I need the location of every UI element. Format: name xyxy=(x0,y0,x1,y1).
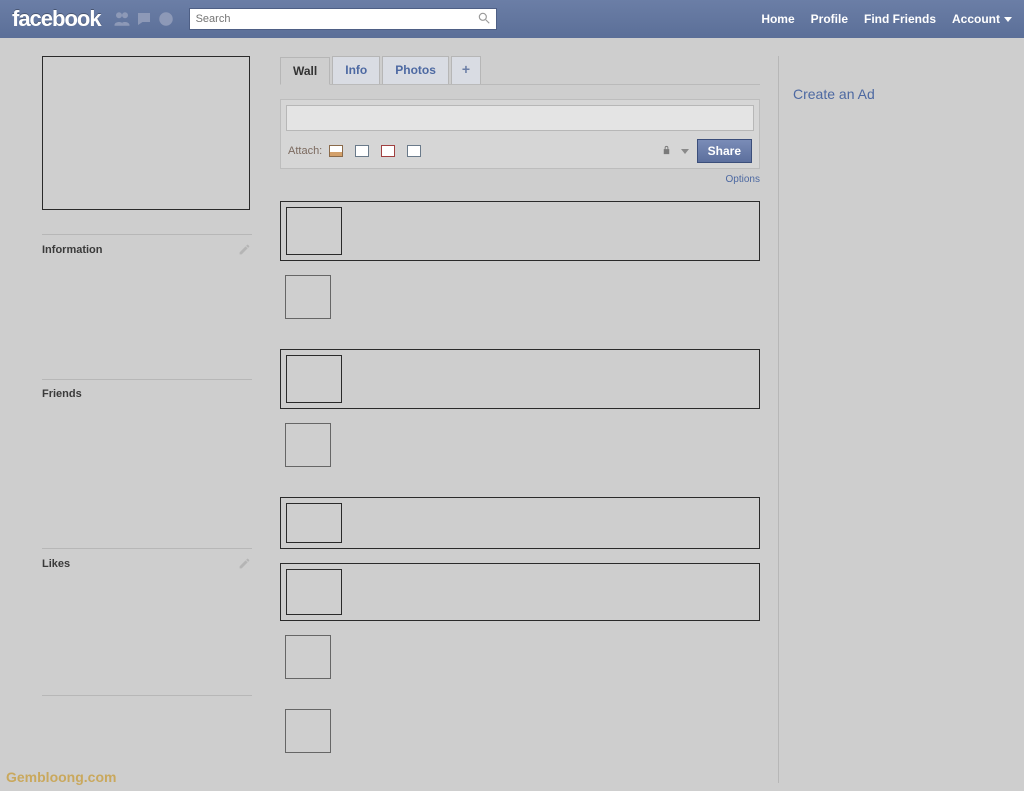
left-column: Information Friends Likes xyxy=(42,56,252,783)
status-composer: Attach: Share xyxy=(280,99,760,169)
wall-post[interactable] xyxy=(280,563,760,621)
tab-photos[interactable]: Photos xyxy=(382,56,449,84)
nav-right: Home Profile Find Friends Account xyxy=(761,12,1012,26)
friends-title: Friends xyxy=(42,388,82,400)
divider xyxy=(42,379,252,380)
friends-header: Friends xyxy=(42,386,252,402)
lock-icon[interactable] xyxy=(661,145,673,157)
search-input[interactable] xyxy=(189,8,497,30)
tab-info[interactable]: Info xyxy=(332,56,380,84)
post-avatar xyxy=(286,503,342,543)
wall-post[interactable] xyxy=(280,635,760,695)
divider xyxy=(42,234,252,235)
profile-picture[interactable] xyxy=(42,56,250,210)
attach-photo-icon[interactable] xyxy=(328,144,344,158)
post-avatar xyxy=(286,569,342,615)
divider xyxy=(42,548,252,549)
composer-toolbar: Attach: Share xyxy=(286,139,754,163)
information-header: Information xyxy=(42,241,252,259)
attach-video-icon[interactable] xyxy=(354,144,370,158)
friends-body xyxy=(42,402,252,524)
privacy-dropdown-icon[interactable] xyxy=(681,149,689,154)
wall-post[interactable] xyxy=(280,275,760,335)
right-column: Create an Ad xyxy=(778,56,978,783)
search-icon[interactable] xyxy=(477,11,492,26)
tab-add[interactable]: + xyxy=(451,56,481,84)
post-avatar xyxy=(286,207,342,255)
facebook-logo[interactable]: facebook xyxy=(12,6,101,32)
information-body xyxy=(42,259,252,355)
attach-link-icon[interactable] xyxy=(406,144,422,158)
divider xyxy=(42,695,252,696)
nav-account-label: Account xyxy=(952,12,1000,26)
nav-profile[interactable]: Profile xyxy=(811,12,848,26)
likes-body xyxy=(42,573,252,695)
wall-post[interactable] xyxy=(280,497,760,549)
attach-event-icon[interactable] xyxy=(380,144,396,158)
nav-home[interactable]: Home xyxy=(761,12,794,26)
nav-account[interactable]: Account xyxy=(952,12,1012,26)
attach-label: Attach: xyxy=(288,145,322,157)
options-row: Options xyxy=(280,173,760,185)
post-avatar xyxy=(285,275,331,319)
likes-section: Likes xyxy=(42,548,252,696)
post-avatar xyxy=(285,423,331,467)
pencil-icon[interactable] xyxy=(238,243,252,257)
tab-wall[interactable]: Wall xyxy=(280,57,330,85)
notification-icons xyxy=(113,10,175,28)
options-link[interactable]: Options xyxy=(726,174,760,185)
attach-icons xyxy=(328,144,422,158)
friend-requests-icon[interactable] xyxy=(113,10,131,28)
search-wrap xyxy=(189,8,497,30)
likes-header: Likes xyxy=(42,555,252,573)
wall-post[interactable] xyxy=(280,349,760,409)
post-avatar xyxy=(286,355,342,403)
center-column: Wall Info Photos + Attach: xyxy=(280,56,760,783)
wall-post[interactable] xyxy=(280,423,760,483)
notifications-icon[interactable] xyxy=(157,10,175,28)
nav-find-friends[interactable]: Find Friends xyxy=(864,12,936,26)
information-title: Information xyxy=(42,244,103,256)
profile-tabs: Wall Info Photos + xyxy=(280,56,760,85)
messages-icon[interactable] xyxy=(135,10,153,28)
share-button[interactable]: Share xyxy=(697,139,752,163)
information-section: Information xyxy=(42,234,252,355)
wall-post[interactable] xyxy=(280,201,760,261)
post-avatar xyxy=(285,709,331,753)
page: Information Friends Likes xyxy=(0,38,1024,783)
status-input[interactable] xyxy=(286,105,754,131)
composer-right: Share xyxy=(661,139,752,163)
wall-post[interactable] xyxy=(280,709,760,769)
friends-section: Friends xyxy=(42,379,252,524)
chevron-down-icon xyxy=(1004,17,1012,22)
topbar: facebook Home Profile Find Friends Accou… xyxy=(0,0,1024,38)
create-ad-link[interactable]: Create an Ad xyxy=(793,86,978,102)
watermark: Gembloong.com xyxy=(6,769,116,785)
pencil-icon[interactable] xyxy=(238,557,252,571)
post-avatar xyxy=(285,635,331,679)
likes-title: Likes xyxy=(42,558,70,570)
